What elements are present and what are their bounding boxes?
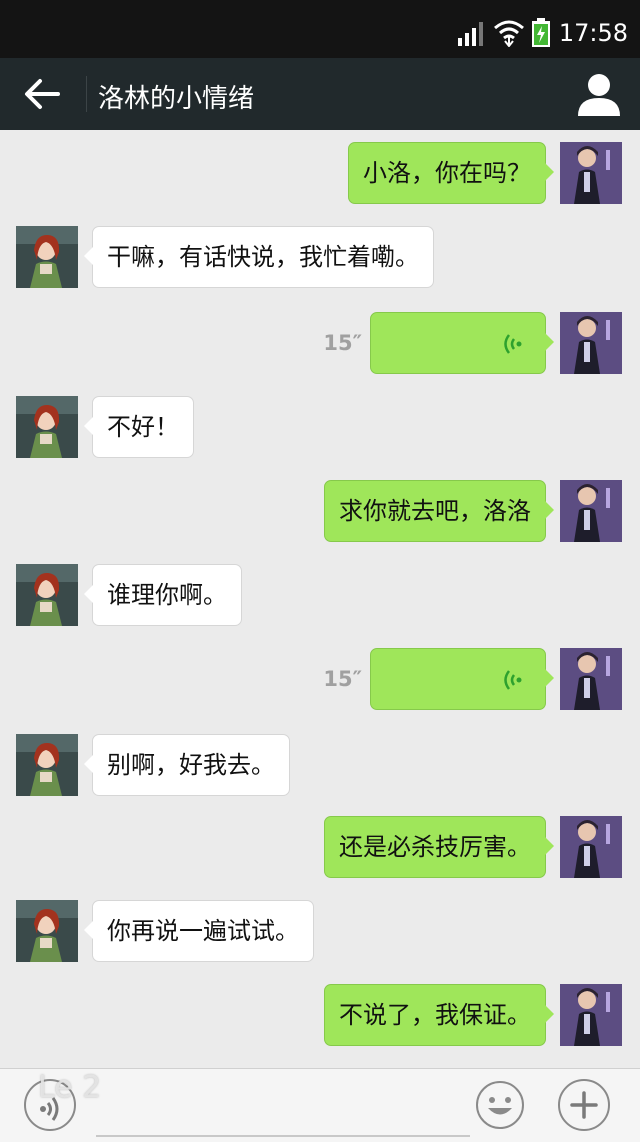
message-input[interactable] — [96, 1081, 470, 1137]
message-row: 不说了，我保证。 — [0, 984, 640, 1048]
incoming-message[interactable]: 谁理你啊。 — [84, 564, 242, 626]
message-row: 不好！ — [0, 396, 640, 460]
outgoing-message[interactable]: 不说了，我保证。 — [324, 984, 554, 1046]
back-arrow-icon[interactable] — [22, 76, 62, 112]
voice-wave-icon — [504, 670, 522, 690]
incoming-message[interactable]: 你再说一遍试试。 — [84, 900, 314, 962]
incoming-message[interactable]: 不好！ — [84, 396, 194, 458]
voice-message[interactable] — [370, 648, 554, 710]
voice-mode-icon — [40, 1097, 59, 1121]
message-row: 你再说一遍试试。 — [0, 900, 640, 964]
header-divider — [86, 76, 87, 112]
outgoing-message[interactable]: 求你就去吧，洛洛 — [324, 480, 554, 542]
contact-avatar[interactable] — [16, 900, 78, 962]
more-options-button[interactable] — [558, 1079, 610, 1131]
voice-duration: 15″ — [323, 667, 362, 691]
outgoing-message[interactable]: 小洛，你在吗？ — [348, 142, 554, 204]
my-avatar[interactable] — [560, 816, 622, 878]
my-avatar[interactable] — [560, 984, 622, 1046]
message-row: 15″ — [0, 648, 640, 712]
message-row: 小洛，你在吗？ — [0, 142, 640, 206]
message-row: 谁理你啊。 — [0, 564, 640, 628]
message-row: 还是必杀技厉害。 — [0, 816, 640, 880]
contact-avatar[interactable] — [16, 564, 78, 626]
my-avatar[interactable] — [560, 480, 622, 542]
contact-avatar[interactable] — [16, 226, 78, 288]
voice-mode-button[interactable] — [24, 1079, 76, 1131]
message-row: 求你就去吧，洛洛 — [0, 480, 640, 544]
contact-avatar[interactable] — [16, 396, 78, 458]
input-bar — [0, 1068, 640, 1142]
message-row: 别啊，好我去。 — [0, 734, 640, 798]
signal-icon — [457, 22, 483, 46]
chat-area: 小洛，你在吗？ 干嘛，有话快说，我忙着嘞。 15″ 不好！ 求你就去吧，洛洛 谁… — [0, 130, 640, 1068]
incoming-message[interactable]: 干嘛，有话快说，我忙着嘞。 — [84, 226, 434, 288]
voice-duration: 15″ — [323, 331, 362, 355]
outgoing-message[interactable]: 还是必杀技厉害。 — [324, 816, 554, 878]
profile-icon[interactable] — [576, 72, 622, 116]
incoming-message[interactable]: 别啊，好我去。 — [84, 734, 290, 796]
battery-icon — [531, 18, 550, 47]
voice-message[interactable] — [370, 312, 554, 374]
voice-wave-icon — [504, 334, 522, 354]
my-avatar[interactable] — [560, 312, 622, 374]
status-bar: 17:58 — [0, 0, 640, 58]
contact-avatar[interactable] — [16, 734, 78, 796]
chat-header: 洛林的小情绪 — [0, 58, 640, 130]
my-avatar[interactable] — [560, 648, 622, 710]
emoji-icon[interactable] — [474, 1079, 526, 1131]
plus-icon — [570, 1091, 598, 1119]
message-row: 15″ — [0, 312, 640, 376]
message-row: 干嘛，有话快说，我忙着嘞。 — [0, 226, 640, 290]
page-title: 洛林的小情绪 — [98, 84, 255, 114]
status-time: 17:58 — [558, 19, 628, 47]
wifi-icon — [493, 20, 524, 47]
my-avatar[interactable] — [560, 142, 622, 204]
